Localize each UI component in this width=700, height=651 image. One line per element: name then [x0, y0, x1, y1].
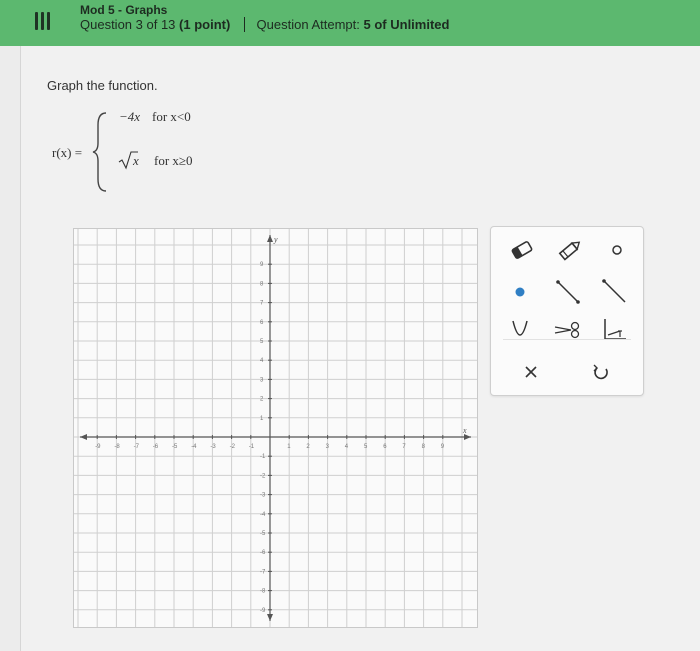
eraser-icon[interactable] [507, 235, 537, 265]
filled-dot-icon[interactable] [505, 277, 535, 307]
x-tick-label: -5 [172, 444, 178, 450]
x-tick-label: -9 [95, 444, 101, 450]
header-divider [243, 17, 245, 32]
graph-area[interactable]: x y -9 -8 -7 -6 -5 -4 -3 -2 -1 1 2 3 4 5 6 7 8 9 9 8 7 6 5 4 3 2 1 -1… [73, 228, 478, 628]
open-circle-icon[interactable] [602, 235, 632, 265]
y-tick-label: -7 [260, 569, 266, 575]
piece2-condition: for x≥0 [154, 153, 193, 168]
y-tick-label: 8 [260, 281, 264, 287]
question-info: Question 3 of 13 (1 point) Question Atte… [80, 17, 449, 32]
y-tick-label: -3 [260, 493, 266, 499]
x-tick-label: -6 [153, 444, 159, 450]
x-tick-label: 4 [345, 444, 349, 450]
piecewise-icon[interactable] [600, 315, 630, 345]
x-tick-label: 6 [383, 444, 387, 450]
x-tick-label: 9 [441, 444, 445, 450]
parabola-icon[interactable] [505, 315, 535, 345]
y-tick-label: 6 [260, 320, 264, 326]
x-tick-label: 1 [287, 444, 291, 450]
tool-divider [503, 339, 631, 340]
y-axis-arrow-down [267, 614, 273, 621]
y-tick-label: 9 [260, 262, 264, 268]
question-prompt: Graph the function. [47, 78, 158, 93]
x-tick-label: -8 [114, 444, 120, 450]
line-segment-icon[interactable] [553, 277, 583, 307]
x-tick-label: 7 [402, 444, 406, 450]
clear-icon[interactable] [516, 357, 546, 387]
x-tick-label: 5 [364, 444, 368, 450]
graphing-tools-panel [490, 226, 644, 396]
y-tick-label: -2 [260, 473, 266, 479]
x-tick-label: 2 [306, 444, 310, 450]
x-axis-label: x [462, 426, 467, 435]
y-tick-label: 5 [260, 339, 264, 345]
menu-icon[interactable] [35, 12, 51, 32]
y-tick-label: -9 [260, 608, 266, 614]
question-number: Question 3 of 13 [80, 17, 176, 32]
piece1-condition: for x<0 [152, 109, 191, 124]
y-axis-label: y [273, 235, 278, 244]
x-axis-arrow-left [80, 434, 87, 440]
pencil-icon[interactable] [555, 235, 585, 265]
y-tick-label: -6 [260, 550, 266, 556]
y-tick-label: 1 [260, 416, 264, 422]
piece1-expression: −4x [119, 109, 141, 124]
y-tick-label: -8 [260, 589, 266, 595]
y-tick-label: -5 [260, 531, 266, 537]
x-tick-label: 3 [326, 444, 330, 450]
x-tick-label: -1 [249, 444, 255, 450]
x-tick-label: -7 [134, 444, 140, 450]
attempt-value: 5 of Unlimited [363, 17, 450, 32]
y-tick-label: -4 [260, 512, 266, 518]
header-bar: Mod 5 - Graphs Question 3 of 13 (1 point… [0, 0, 700, 46]
y-tick-label: 2 [260, 397, 264, 403]
y-axis-arrow-up [267, 235, 273, 242]
x-tick-label: -3 [210, 444, 216, 450]
undo-icon[interactable] [586, 357, 616, 387]
x-tick-label: -4 [191, 444, 197, 450]
ray-icon[interactable] [600, 277, 630, 307]
piece2-expression: x [133, 153, 139, 168]
function-lhs: r(x) = [52, 145, 83, 160]
scissors-icon[interactable] [553, 315, 583, 345]
x-tick-label: 8 [422, 444, 426, 450]
piecewise-brace [92, 112, 107, 192]
question-points: (1 point) [179, 17, 231, 32]
attempt-label: Question Attempt: [256, 17, 360, 32]
course-title: Mod 5 - Graphs [80, 3, 168, 17]
y-tick-label: 7 [260, 301, 264, 307]
coordinate-grid[interactable]: x y -9 -8 -7 -6 -5 -4 -3 -2 -1 1 2 3 4 5 6 7 8 9 9 8 7 6 5 4 3 2 1 -1… [74, 229, 477, 627]
x-tick-label: -2 [230, 444, 236, 450]
y-tick-label: -1 [260, 454, 266, 460]
y-tick-label: 4 [260, 358, 264, 364]
y-tick-label: 3 [260, 377, 264, 383]
